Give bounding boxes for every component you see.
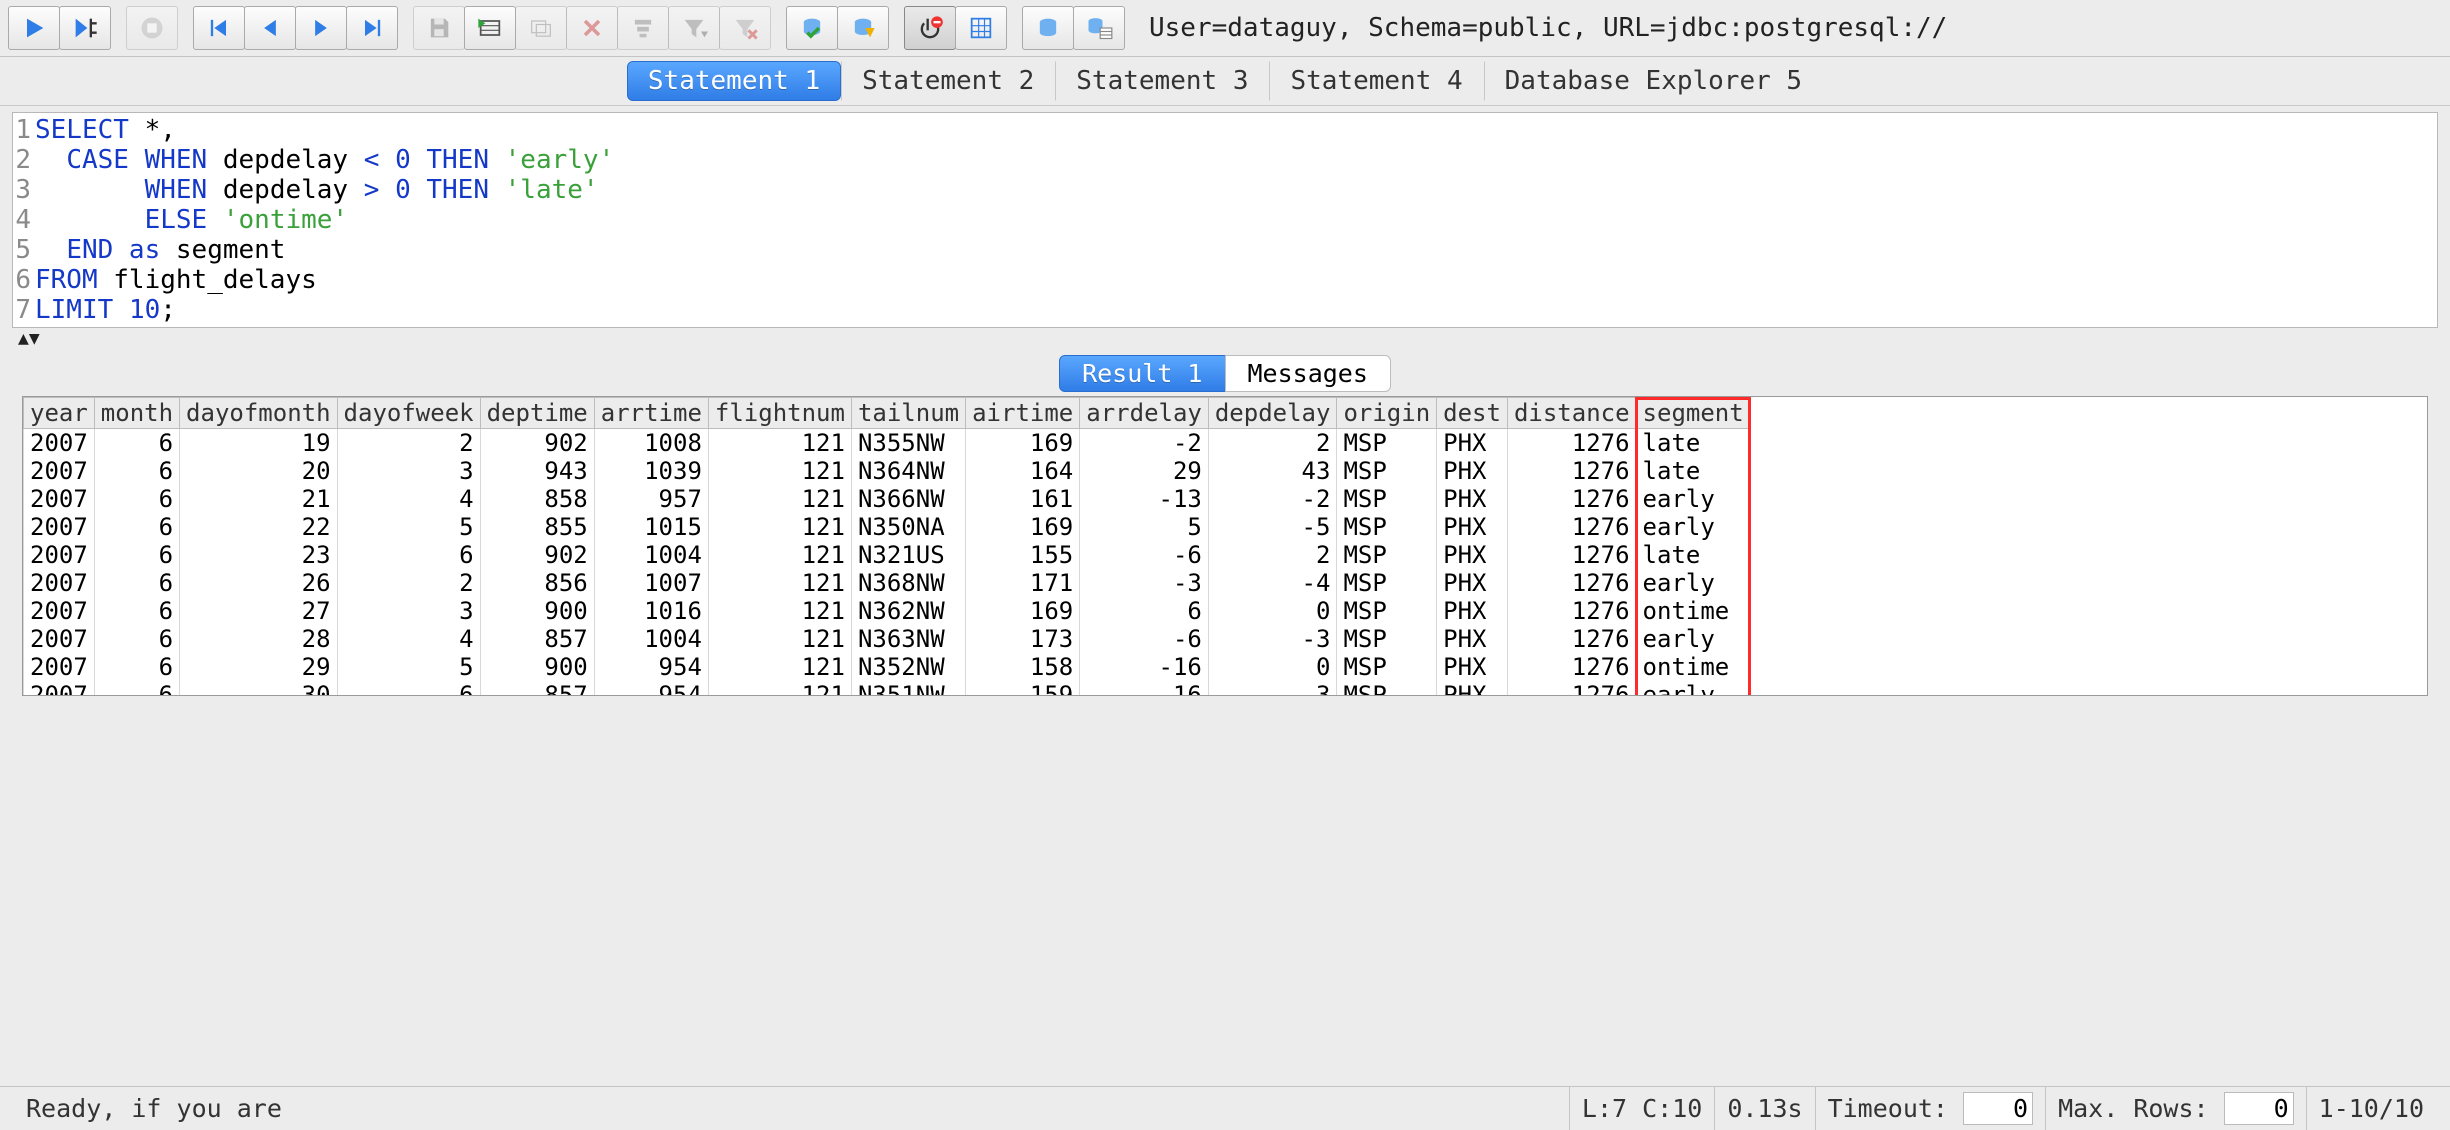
splitter-handle[interactable]: ▲▼ [0,328,2450,351]
column-header-flightnum[interactable]: flightnum [708,398,851,429]
maxrows-label: Max. Rows: [2058,1094,2209,1123]
column-header-dayofweek[interactable]: dayofweek [337,398,480,429]
line-number: 3 [13,175,35,205]
last-record-button[interactable] [346,6,398,50]
table-row[interactable]: 20076295900954121N352NW158-160MSPPHX1276… [24,653,1751,681]
statement-tabs: Statement 1Statement 2Statement 3Stateme… [0,57,2450,106]
row-range: 1-10/10 [2306,1087,2436,1130]
column-header-origin[interactable]: origin [1337,398,1437,429]
column-header-distance[interactable]: distance [1507,398,1636,429]
tab-statement-2[interactable]: Statement 2 [841,61,1055,101]
duplicate-row-button[interactable] [515,6,567,50]
first-record-button[interactable] [193,6,245,50]
timeout-label: Timeout: [1828,1094,1948,1123]
column-header-airtime[interactable]: airtime [966,398,1080,429]
filter-sort-button[interactable] [617,6,669,50]
query-time: 0.13s [1714,1087,1814,1130]
column-header-dayofmonth[interactable]: dayofmonth [180,398,338,429]
table-row[interactable]: 200762039431039121N364NW1642943MSPPHX127… [24,457,1751,485]
column-header-dest[interactable]: dest [1437,398,1508,429]
line-number: 1 [13,115,35,145]
line-number: 6 [13,265,35,295]
stop-button[interactable] [126,6,178,50]
show-grid-button[interactable] [955,6,1007,50]
prev-record-button[interactable] [244,6,296,50]
table-row[interactable]: 200761929021008121N355NW169-22MSPPHX1276… [24,429,1751,458]
table-row[interactable]: 20076306857954121N351NW159-16-3MSPPHX127… [24,681,1751,696]
column-header-month[interactable]: month [94,398,179,429]
table-row[interactable]: 200762739001016121N362NW16960MSPPHX1276o… [24,597,1751,625]
tab-statement-4[interactable]: Statement 4 [1269,61,1483,101]
toolbar: User=dataguy, Schema=public, URL=jdbc:po… [0,0,2450,57]
clear-filter-button[interactable] [719,6,771,50]
run-to-cursor-button[interactable] [59,6,111,50]
disconnect-button[interactable] [904,6,956,50]
table-row[interactable]: 200762258551015121N350NA1695-5MSPPHX1276… [24,513,1751,541]
table-row[interactable]: 20076214858957121N366NW161-13-2MSPPHX127… [24,485,1751,513]
filter-dropdown-button[interactable] [668,6,720,50]
column-header-depdelay[interactable]: depdelay [1208,398,1337,429]
column-header-deptime[interactable]: deptime [480,398,594,429]
column-header-segment[interactable]: segment [1636,398,1750,429]
line-number: 7 [13,295,35,325]
tab-statement-3[interactable]: Statement 3 [1055,61,1269,101]
next-record-button[interactable] [295,6,347,50]
result-grid[interactable]: yearmonthdayofmonthdayofweekdeptimearrti… [22,396,2428,696]
column-header-tailnum[interactable]: tailnum [851,398,965,429]
delete-row-button[interactable] [566,6,618,50]
table-row[interactable]: 200762848571004121N363NW173-6-3MSPPHX127… [24,625,1751,653]
rollback-button[interactable] [837,6,889,50]
insert-row-button[interactable] [464,6,516,50]
timeout-cell: Timeout: [1815,1087,2045,1130]
tab-result[interactable]: Result 1 [1059,355,1225,392]
line-number: 4 [13,205,35,235]
line-number: 2 [13,145,35,175]
sql-editor[interactable]: 1SELECT *,2 CASE WHEN depdelay < 0 THEN … [12,112,2438,328]
tab-messages[interactable]: Messages [1225,355,1391,392]
result-tabs: Result 1Messages [0,351,2450,396]
maxrows-input[interactable] [2224,1092,2294,1125]
column-header-year[interactable]: year [24,398,95,429]
commit-button[interactable] [786,6,838,50]
tab-statement-5[interactable]: Database Explorer 5 [1484,61,1823,101]
column-header-arrdelay[interactable]: arrdelay [1080,398,1209,429]
status-bar: Ready, if you are L:7 C:10 0.13s Timeout… [0,1086,2450,1130]
db-schema-button[interactable] [1073,6,1125,50]
line-number: 5 [13,235,35,265]
db-browser-button[interactable] [1022,6,1074,50]
run-button[interactable] [8,6,60,50]
connection-status: User=dataguy, Schema=public, URL=jdbc:po… [1149,13,1947,43]
table-row[interactable]: 200762628561007121N368NW171-3-4MSPPHX127… [24,569,1751,597]
cursor-position: L:7 C:10 [1569,1087,1714,1130]
tab-statement-1[interactable]: Statement 1 [627,61,841,101]
timeout-input[interactable] [1963,1092,2033,1125]
status-message: Ready, if you are [14,1087,1569,1130]
save-button[interactable] [413,6,465,50]
table-row[interactable]: 200762369021004121N321US155-62MSPPHX1276… [24,541,1751,569]
maxrows-cell: Max. Rows: [2045,1087,2306,1130]
column-header-arrtime[interactable]: arrtime [594,398,708,429]
